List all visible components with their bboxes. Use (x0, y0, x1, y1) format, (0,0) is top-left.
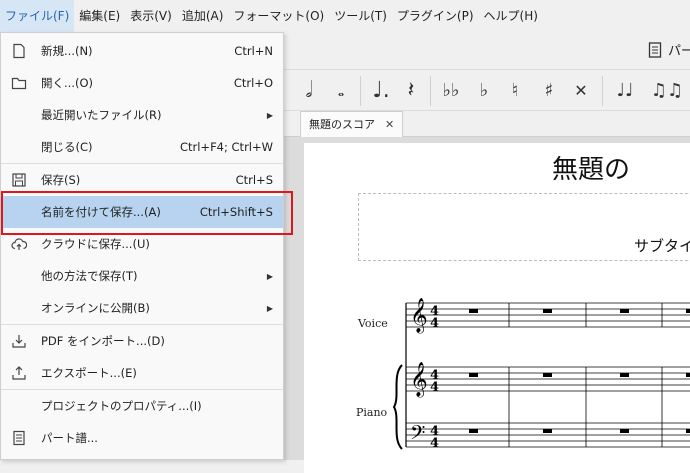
staff-system: 𝄞 𝄞 𝄢 44 44 44 (392, 298, 690, 451)
menu-item-label: 最近開いたファイル(R) (41, 108, 162, 122)
flat-icon[interactable]: ♭ (474, 76, 494, 106)
tie-icon[interactable]: ♩♩ (610, 76, 640, 106)
menu-item-close[interactable]: 閉じる(C) Ctrl+F4; Ctrl+W (1, 131, 283, 163)
svg-text:𝄢: 𝄢 (410, 421, 425, 449)
menu-format[interactable]: フォーマット(O) (228, 0, 329, 32)
menu-item-shortcut: Ctrl+N (234, 44, 273, 58)
submenu-arrow-icon: ▶ (266, 110, 273, 120)
menu-item-label: 他の方法で保存(T) (41, 269, 138, 283)
menu-item-shortcut: Ctrl+O (233, 76, 273, 90)
close-icon[interactable]: ✕ (385, 112, 394, 137)
menu-item-project-properties[interactable]: プロジェクトのプロパティ...(I) (1, 390, 283, 422)
highlight-box (1, 191, 293, 235)
parts-button-label: パー (668, 44, 690, 59)
save-icon (12, 173, 26, 187)
svg-text:4: 4 (430, 316, 439, 331)
menubar: ファイル(F) 編集(E) 表示(V) 追加(A) フォーマット(O) ツール(… (0, 0, 690, 32)
score-tabbar: 無題のスコア ✕ (284, 111, 690, 137)
tab-untitled-score[interactable]: 無題のスコア ✕ (300, 111, 404, 137)
tab-label: 無題のスコア (309, 118, 375, 131)
menu-item-export[interactable]: エクスポート...(E) (1, 357, 283, 389)
note-input-toolbar: 𝅗𝅥 𝅝 ♩. 𝄽 ♭♭ ♭ ♮ ♯ ✕ ♩♩ ♫♫ (284, 69, 690, 111)
menu-add[interactable]: 追加(A) (177, 0, 229, 32)
menu-edit[interactable]: 編集(E) (74, 0, 125, 32)
menu-item-publish-online[interactable]: オンラインに公開(B) ▶ (1, 292, 283, 324)
new-file-icon (13, 43, 25, 59)
menu-item-label: プロジェクトのプロパティ...(I) (41, 399, 202, 413)
menu-item-open[interactable]: 開く...(O) Ctrl+O (1, 67, 283, 99)
menu-tools[interactable]: ツール(T) (329, 0, 392, 32)
export-icon (12, 366, 26, 380)
score-page[interactable]: 無題の サブタイ Voice Piano 𝄞 𝄞 𝄢 44 4 4 4 4 (304, 143, 690, 473)
menu-item-label: 開く...(O) (41, 76, 93, 90)
menu-item-label: エクスポート...(E) (41, 366, 137, 380)
menu-item-import-pdf[interactable]: PDF をインポート...(D) (1, 325, 283, 357)
score-canvas[interactable]: 無題の サブタイ Voice Piano 𝄞 𝄞 𝄢 44 4 4 4 4 (284, 137, 690, 473)
parts-icon (648, 41, 662, 58)
tuplet-icon[interactable]: ♫♫ (644, 76, 690, 106)
menu-view[interactable]: 表示(V) (125, 0, 177, 32)
double-flat-icon[interactable]: ♭♭ (438, 76, 464, 106)
toolbar: パー (284, 32, 690, 69)
menu-item-shortcut: Ctrl+F4; Ctrl+W (179, 140, 273, 154)
svg-text:4: 4 (430, 380, 439, 395)
parts-icon (13, 430, 25, 446)
sharp-icon[interactable]: ♯ (538, 76, 560, 106)
natural-icon[interactable]: ♮ (504, 76, 526, 106)
menu-file[interactable]: ファイル(F) (0, 0, 75, 32)
menu-item-label: クラウドに保存...(U) (41, 237, 150, 251)
menu-item-shortcut: Ctrl+S (235, 173, 273, 187)
double-sharp-icon[interactable]: ✕ (570, 76, 592, 106)
menu-item-label: 新規...(N) (41, 44, 93, 58)
file-menu: 新規...(N) Ctrl+N 開く...(O) Ctrl+O 最近開いたファイ… (0, 32, 284, 460)
menu-item-new[interactable]: 新規...(N) Ctrl+N (1, 35, 283, 67)
quarter-rest-icon[interactable]: 𝄽 (400, 76, 422, 106)
menu-plugins[interactable]: プラグイン(P) (392, 0, 479, 32)
menu-item-label: 保存(S) (41, 173, 81, 187)
menu-item-parts[interactable]: パート譜... (1, 422, 283, 454)
menu-item-recent-files[interactable]: 最近開いたファイル(R) ▶ (1, 99, 283, 131)
menu-help[interactable]: ヘルプ(H) (479, 0, 543, 32)
dotted-note-icon[interactable]: ♩. (368, 76, 394, 106)
menu-item-label: パート譜... (41, 431, 98, 445)
import-icon (12, 335, 26, 348)
svg-text:𝄞: 𝄞 (410, 362, 428, 398)
svg-text:𝄞: 𝄞 (410, 298, 428, 334)
svg-text:4: 4 (430, 436, 439, 451)
menu-item-label: PDF をインポート...(D) (41, 334, 165, 348)
whole-note-icon[interactable]: 𝅝 (330, 76, 352, 106)
submenu-arrow-icon: ▶ (266, 271, 273, 281)
cloud-upload-icon (11, 238, 27, 250)
half-note-icon[interactable]: 𝅗𝅥 (298, 76, 320, 106)
parts-button[interactable]: パー (648, 40, 690, 59)
menu-item-label: 閉じる(C) (41, 140, 93, 154)
submenu-arrow-icon: ▶ (266, 303, 273, 313)
menu-item-label: オンラインに公開(B) (41, 301, 150, 315)
menu-item-save-other[interactable]: 他の方法で保存(T) ▶ (1, 260, 283, 292)
folder-icon (11, 77, 27, 90)
